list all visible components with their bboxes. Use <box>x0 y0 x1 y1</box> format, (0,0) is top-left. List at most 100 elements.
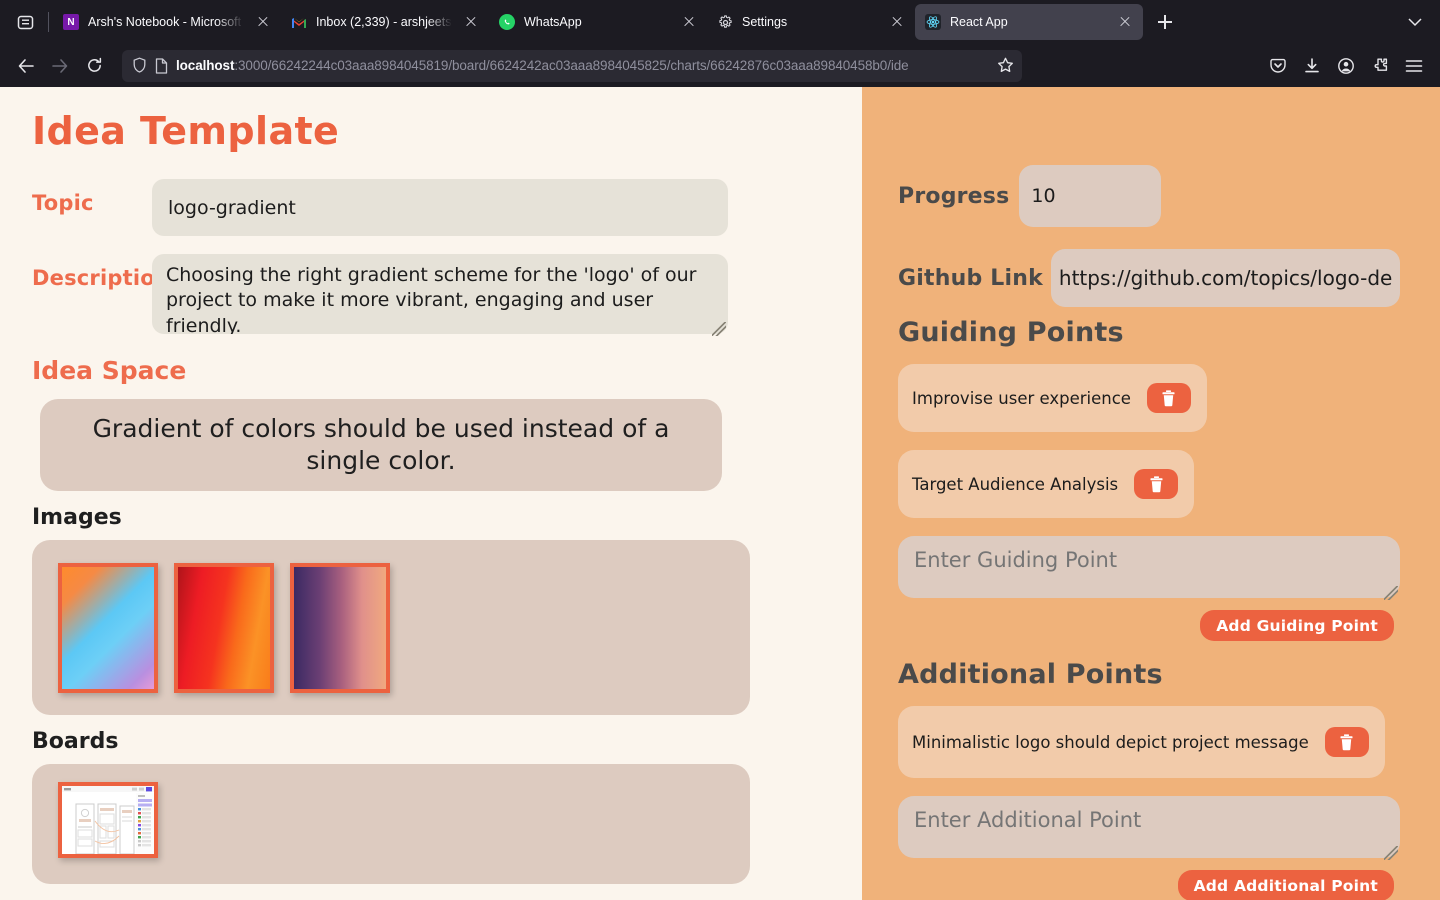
back-arrow-icon <box>18 58 34 73</box>
browser-toolbar-actions <box>1262 50 1430 82</box>
guiding-point-entry <box>898 536 1400 602</box>
trash-icon <box>1340 733 1353 750</box>
board-thumbnail[interactable] <box>58 782 158 858</box>
tab-title: Inbox (2,339) - arshjeetsingh12 <box>316 15 452 29</box>
tab-whatsapp[interactable]: WhatsApp <box>489 4 707 40</box>
images-heading: Images <box>32 505 122 530</box>
add-additional-point-button[interactable]: Add Additional Point <box>1177 870 1394 900</box>
account-icon <box>1338 57 1354 74</box>
progress-input[interactable] <box>1019 165 1162 227</box>
topic-input[interactable] <box>152 179 728 236</box>
guiding-points-list: Improvise user experience Target Audienc… <box>898 364 1400 518</box>
extensions-button[interactable] <box>1364 50 1396 82</box>
additional-point-textarea[interactable] <box>898 796 1400 858</box>
chevron-down-icon <box>1408 17 1422 26</box>
description-field-row: Description Choosing the right gradient … <box>32 254 862 338</box>
add-guiding-point-button[interactable]: Add Guiding Point <box>1200 610 1394 641</box>
navigation-toolbar: localhost:3000/66242244c03aaa8984045819/… <box>0 44 1440 87</box>
idea-space-heading: Idea Space <box>32 356 187 385</box>
description-textarea[interactable]: Choosing the right gradient scheme for t… <box>152 254 728 334</box>
tab-react-app[interactable]: React App <box>915 4 1143 40</box>
additional-points-heading: Additional Points <box>898 659 1163 690</box>
react-icon <box>925 14 941 30</box>
close-icon[interactable] <box>1115 12 1135 32</box>
description-label: Description <box>32 266 171 290</box>
wireframe-board-preview-icon <box>62 786 154 854</box>
new-tab-button[interactable] <box>1149 6 1181 38</box>
shield-icon <box>133 57 146 73</box>
boards-heading: Boards <box>32 729 119 754</box>
onenote-icon: N <box>63 14 79 30</box>
hamburger-menu-icon <box>1405 59 1423 72</box>
back-button[interactable] <box>10 50 42 82</box>
topic-field-row: Topic <box>32 179 862 236</box>
app-menu-button[interactable] <box>1398 50 1430 82</box>
topic-label: Topic <box>32 191 94 215</box>
delete-guiding-point-button[interactable] <box>1134 469 1179 499</box>
forward-arrow-icon <box>52 58 68 73</box>
list-all-tabs-button[interactable] <box>1400 8 1430 36</box>
idea-space-text: Gradient of colors should be used instea… <box>92 414 670 475</box>
idea-details-panel: Progress Github Link Guiding Points Impr… <box>862 87 1440 900</box>
tab-onenote[interactable]: N Arsh's Notebook - Microsoft On <box>53 4 281 40</box>
settings-gear-icon <box>717 14 733 30</box>
additional-point-chip: Minimalistic logo should depict project … <box>898 706 1385 778</box>
guiding-point-text: Target Audience Analysis <box>912 474 1119 494</box>
tab-title: Arsh's Notebook - Microsoft On <box>88 15 244 29</box>
tab-title: Settings <box>742 15 788 29</box>
guiding-point-text: Improvise user experience <box>912 388 1131 408</box>
url-host: localhost <box>176 58 235 73</box>
idea-template-panel: Idea Template Topic Description Choosing… <box>0 87 862 900</box>
github-link-input[interactable] <box>1050 249 1400 307</box>
downloads-icon <box>1305 57 1319 72</box>
delete-guiding-point-button[interactable] <box>1146 383 1191 413</box>
extensions-puzzle-icon <box>1374 58 1388 71</box>
page-document-icon <box>155 57 168 74</box>
account-button[interactable] <box>1330 50 1362 82</box>
page-content: Idea Template Topic Description Choosing… <box>0 87 1440 900</box>
pocket-icon <box>1270 58 1286 73</box>
idea-space-card: Gradient of colors should be used instea… <box>40 399 722 491</box>
downloads-button[interactable] <box>1296 50 1328 82</box>
progress-label: Progress <box>898 183 1010 209</box>
trash-icon <box>1162 389 1175 406</box>
reload-button[interactable] <box>78 50 110 82</box>
tabstrip-divider <box>48 12 49 32</box>
github-link-label: Github Link <box>898 265 1043 291</box>
guiding-point-textarea[interactable] <box>898 536 1400 598</box>
url-path: :3000/66242244c03aaa8984045819/board/662… <box>234 58 909 73</box>
browser-chrome: N Arsh's Notebook - Microsoft On Inbox (… <box>0 0 1440 87</box>
url-text[interactable]: localhost:3000/66242244c03aaa8984045819/… <box>176 58 986 73</box>
sidebar-icon <box>17 15 33 29</box>
pocket-button[interactable] <box>1262 50 1294 82</box>
close-icon[interactable] <box>887 12 907 32</box>
tab-title: React App <box>950 15 1008 29</box>
tab-gmail[interactable]: Inbox (2,339) - arshjeetsingh12 <box>281 4 489 40</box>
guiding-point-chip: Improvise user experience <box>898 364 1207 432</box>
tab-strip: N Arsh's Notebook - Microsoft On Inbox (… <box>0 0 1440 44</box>
close-icon[interactable] <box>679 12 699 32</box>
delete-additional-point-button[interactable] <box>1324 727 1369 757</box>
image-thumbnail[interactable] <box>290 562 390 693</box>
image-thumbnail[interactable] <box>58 562 158 693</box>
tab-title: WhatsApp <box>524 15 582 29</box>
forward-button[interactable] <box>44 50 76 82</box>
reload-icon <box>87 57 101 72</box>
github-field-row: Github Link <box>898 249 1400 307</box>
whatsapp-icon <box>499 14 515 30</box>
guiding-point-chip: Target Audience Analysis <box>898 450 1195 518</box>
close-icon[interactable] <box>253 12 273 32</box>
sidebar-toggle-button[interactable] <box>6 6 44 38</box>
progress-field-row: Progress <box>898 165 1400 227</box>
url-bar[interactable]: localhost:3000/66242244c03aaa8984045819/… <box>122 49 1022 82</box>
tab-settings[interactable]: Settings <box>707 4 915 40</box>
image-thumbnail[interactable] <box>174 562 274 693</box>
additional-points-list: Minimalistic logo should depict project … <box>898 706 1400 778</box>
images-strip <box>32 540 750 715</box>
additional-point-entry <box>898 796 1400 862</box>
gmail-icon <box>291 14 307 30</box>
additional-point-text: Minimalistic logo should depict project … <box>912 732 1309 752</box>
bookmark-star-icon[interactable] <box>994 55 1016 77</box>
trash-icon <box>1150 475 1163 492</box>
close-icon[interactable] <box>461 12 481 32</box>
